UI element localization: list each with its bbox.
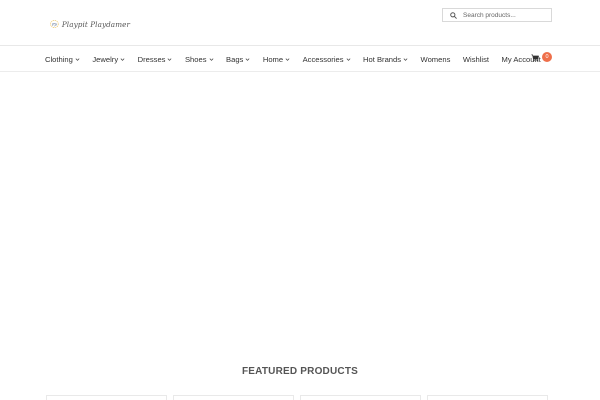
nav-item-label: Wishlist <box>462 54 490 64</box>
site-header: Pp Playpit Playdamer <box>0 0 600 46</box>
nav-item-label: Clothing <box>45 54 73 64</box>
nav-item-label: Bags <box>226 54 244 64</box>
chevron-down-icon <box>245 57 250 61</box>
hero-banner-area <box>0 72 600 352</box>
featured-products-heading: FEATURED PRODUCTS <box>242 366 358 377</box>
chevron-down-icon <box>403 57 408 61</box>
product-card[interactable] <box>46 395 167 400</box>
nav-item-label: Hot Brands <box>363 54 402 64</box>
nav-item-home[interactable]: Home <box>263 55 290 64</box>
nav-item-clothing[interactable]: Clothing <box>45 55 80 64</box>
cart-count-badge[interactable]: 0 <box>542 52 552 62</box>
product-card[interactable] <box>300 395 421 400</box>
nav-item-shoes[interactable]: Shoes <box>185 55 214 64</box>
search-icon[interactable] <box>447 9 459 21</box>
nav-item-label: Jewelry <box>92 54 119 64</box>
nav-item-accessories[interactable]: Accessories <box>303 55 351 64</box>
chevron-down-icon <box>285 57 290 61</box>
nav-item-label: Shoes <box>184 54 207 64</box>
chevron-down-icon <box>120 57 125 61</box>
chevron-down-icon <box>75 57 80 61</box>
monogram-logo-icon: Pp <box>50 19 59 29</box>
nav-item-label: Home <box>262 54 284 64</box>
featured-products-grid <box>46 395 548 400</box>
search-input[interactable] <box>463 9 549 21</box>
nav-item-label: Womens <box>420 54 451 64</box>
nav-item-jewelry[interactable]: Jewelry <box>92 55 125 64</box>
search-box[interactable] <box>442 8 552 22</box>
chevron-down-icon <box>346 57 350 61</box>
cart-icon[interactable] <box>531 54 539 62</box>
nav-item-label: Dresses <box>137 54 166 64</box>
cart-button[interactable]: 0 <box>531 52 553 64</box>
site-logo[interactable]: Pp Playpit Playdamer <box>50 13 130 35</box>
nav-item-hot-brands[interactable]: Hot Brands <box>363 55 408 64</box>
nav-item-bags[interactable]: Bags <box>226 55 250 64</box>
nav-item-wishlist[interactable]: Wishlist <box>463 55 489 64</box>
product-card[interactable] <box>173 395 294 400</box>
brand-name: Playpit Playdamer <box>61 19 130 29</box>
chevron-down-icon <box>209 57 213 61</box>
product-card[interactable] <box>427 395 548 400</box>
nav-items: Clothing Jewelry Dresses Shoes Bags Home Acces… <box>45 46 553 72</box>
nav-item-dresses[interactable]: Dresses <box>138 55 173 64</box>
main-nav: Clothing Jewelry Dresses Shoes Bags Home Acces… <box>0 46 600 72</box>
nav-item-label: Accessories <box>302 54 344 64</box>
chevron-down-icon <box>168 57 172 61</box>
nav-item-womens[interactable]: Womens <box>421 55 451 64</box>
svg-text:Pp: Pp <box>51 22 57 26</box>
